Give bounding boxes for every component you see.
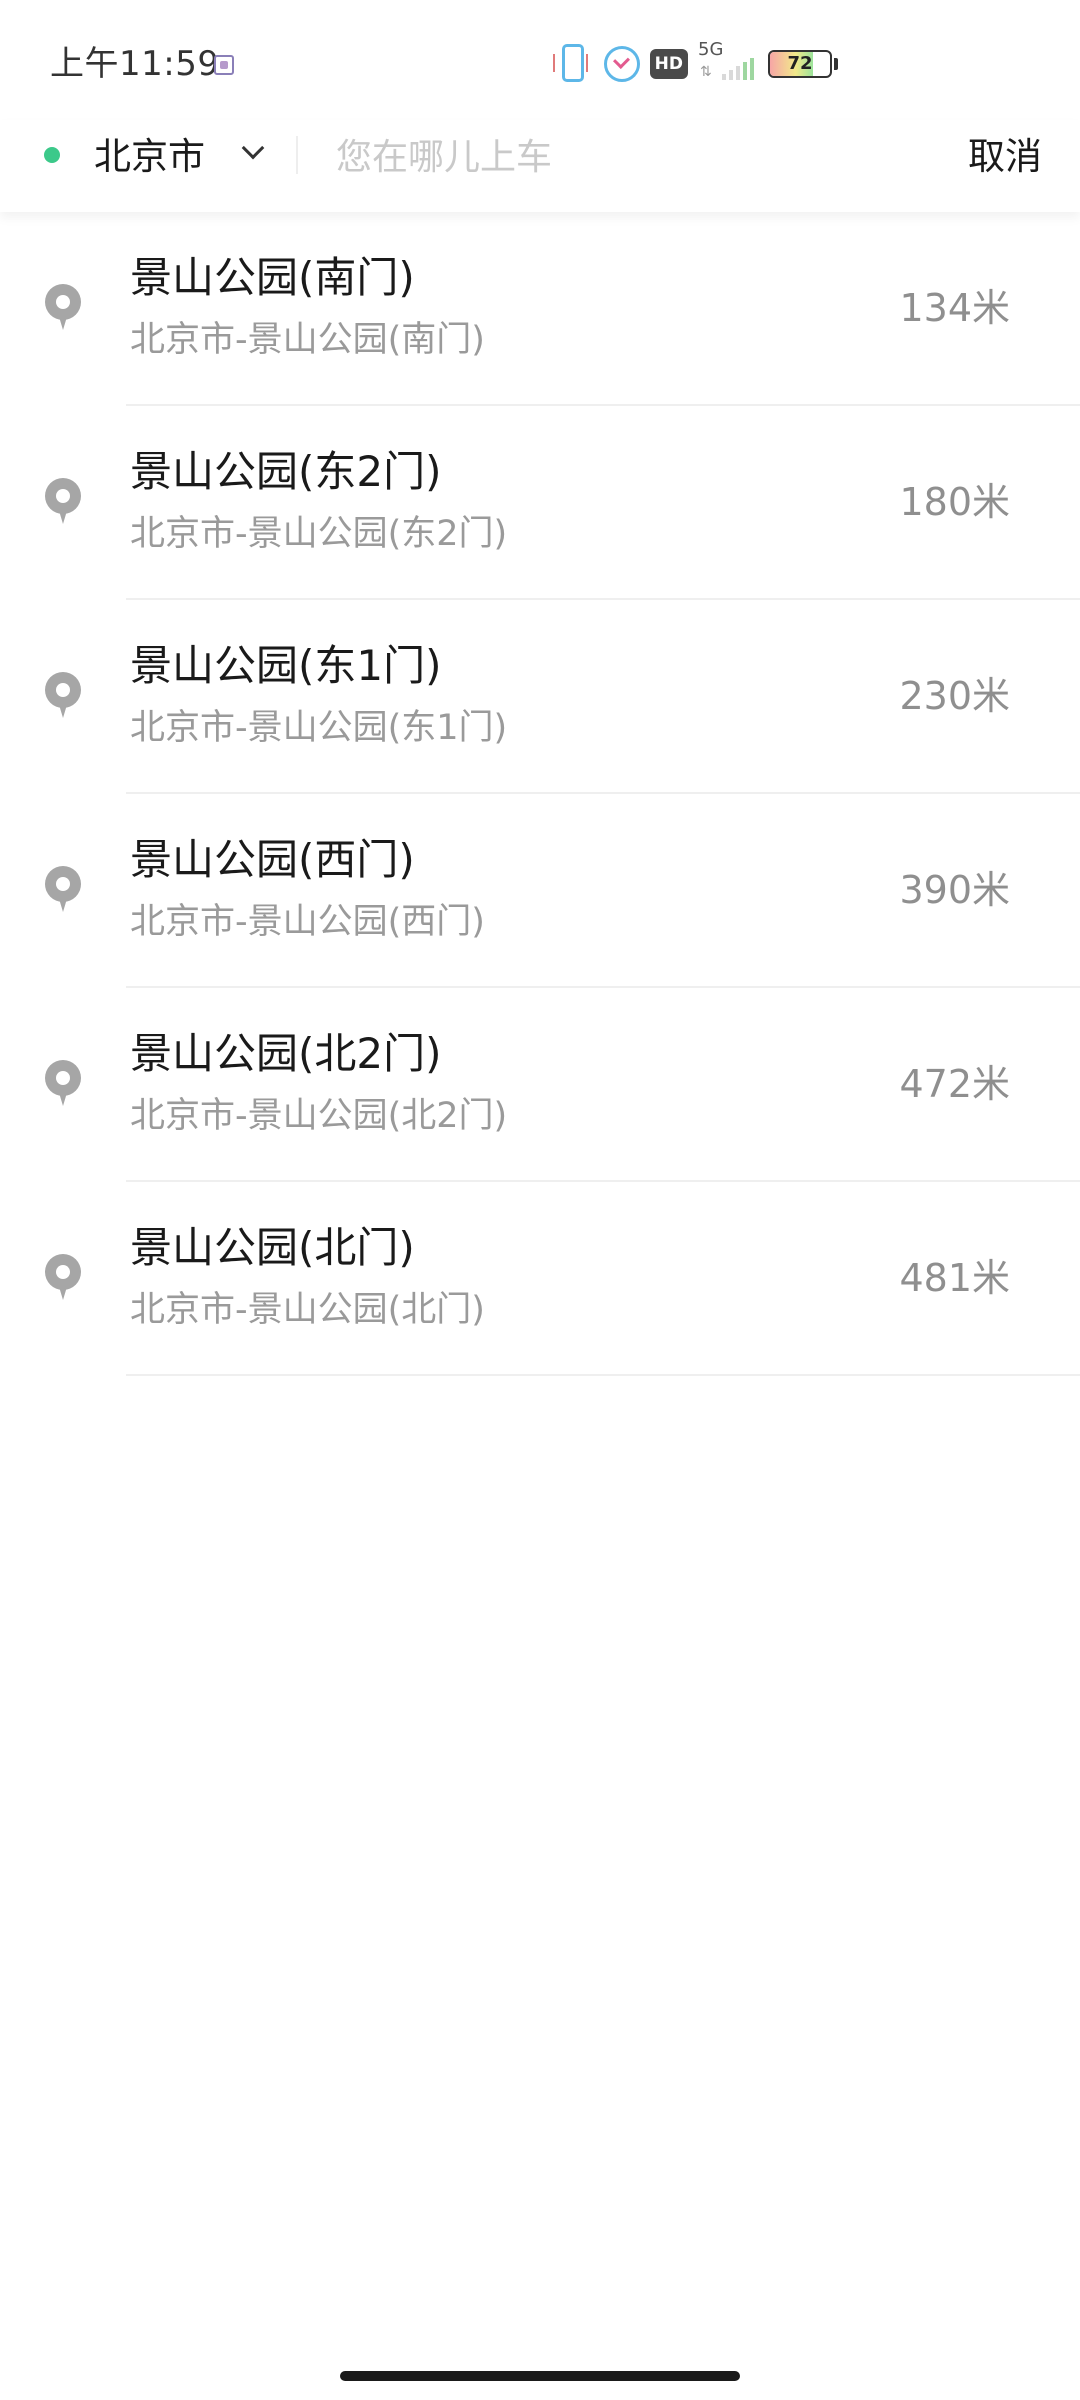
battery-tip — [834, 58, 838, 70]
place-title: 景山公园(北2门) — [130, 1029, 442, 1078]
map-pin-icon — [45, 284, 81, 330]
place-title: 景山公园(东1门) — [130, 641, 442, 690]
battery-level: 72 — [787, 53, 813, 74]
map-pin-icon — [45, 1060, 81, 1106]
vibrate-icon — [550, 40, 594, 88]
place-title: 景山公园(西门) — [130, 835, 415, 884]
list-item[interactable]: 景山公园(北2门) 北京市-景山公园(北2门) 472米 — [0, 988, 1080, 1182]
header-divider — [296, 136, 298, 174]
result-list: 景山公园(南门) 北京市-景山公园(南门) 134米 景山公园(东2门) 北京市… — [0, 212, 1080, 1376]
place-title: 景山公园(东2门) — [130, 447, 442, 496]
search-header: 北京市 取消 — [0, 120, 1080, 212]
cellular-signal-icon: 5G ⇅ — [698, 40, 758, 88]
place-address: 北京市-景山公园(西门) — [130, 902, 485, 942]
place-title: 景山公园(北门) — [130, 1223, 415, 1272]
pickup-search-input[interactable] — [336, 130, 896, 184]
hd-badge: HD — [649, 49, 688, 79]
place-address: 北京市-景山公园(东1门) — [130, 708, 508, 748]
network-type-label: 5G — [698, 39, 724, 60]
list-item[interactable]: 景山公园(东1门) 北京市-景山公园(东1门) 230米 — [0, 600, 1080, 794]
status-icons: HD 5G ⇅ 72 — [550, 40, 838, 88]
divider — [126, 1374, 1080, 1376]
list-item[interactable]: 景山公园(南门) 北京市-景山公园(南门) 134米 — [0, 212, 1080, 406]
place-distance: 390米 — [899, 868, 1010, 912]
list-item[interactable]: 景山公园(西门) 北京市-景山公园(西门) 390米 — [0, 794, 1080, 988]
list-item[interactable]: 景山公园(北门) 北京市-景山公园(北门) 481米 — [0, 1182, 1080, 1376]
status-bar: 上午11:59 HD 5G ⇅ 72 — [0, 0, 1080, 120]
place-distance: 134米 — [899, 286, 1010, 330]
place-distance: 230米 — [899, 674, 1010, 718]
data-arrows-icon: ⇅ — [700, 64, 712, 80]
place-distance: 180米 — [899, 480, 1010, 524]
map-pin-icon — [45, 672, 81, 718]
map-pin-icon — [45, 1254, 81, 1300]
city-selector[interactable]: 北京市 — [94, 132, 205, 182]
map-pin-icon — [45, 866, 81, 912]
alarm-icon — [603, 46, 640, 82]
security-shield-icon — [214, 55, 234, 75]
place-distance: 481米 — [899, 1256, 1010, 1300]
place-address: 北京市-景山公园(北门) — [130, 1290, 485, 1330]
place-address: 北京市-景山公园(东2门) — [130, 514, 508, 554]
place-distance: 472米 — [899, 1062, 1010, 1106]
place-address: 北京市-景山公园(南门) — [130, 320, 485, 360]
status-time: 上午11:59 — [50, 44, 220, 84]
place-address: 北京市-景山公园(北2门) — [130, 1096, 508, 1136]
list-item[interactable]: 景山公园(东2门) 北京市-景山公园(东2门) 180米 — [0, 406, 1080, 600]
battery-icon: 72 — [768, 50, 832, 78]
home-indicator[interactable] — [340, 2371, 740, 2381]
chevron-down-icon[interactable] — [241, 136, 265, 160]
cancel-button[interactable]: 取消 — [968, 132, 1042, 182]
location-dot-icon — [44, 147, 60, 163]
map-pin-icon — [45, 478, 81, 524]
place-title: 景山公园(南门) — [130, 253, 415, 302]
